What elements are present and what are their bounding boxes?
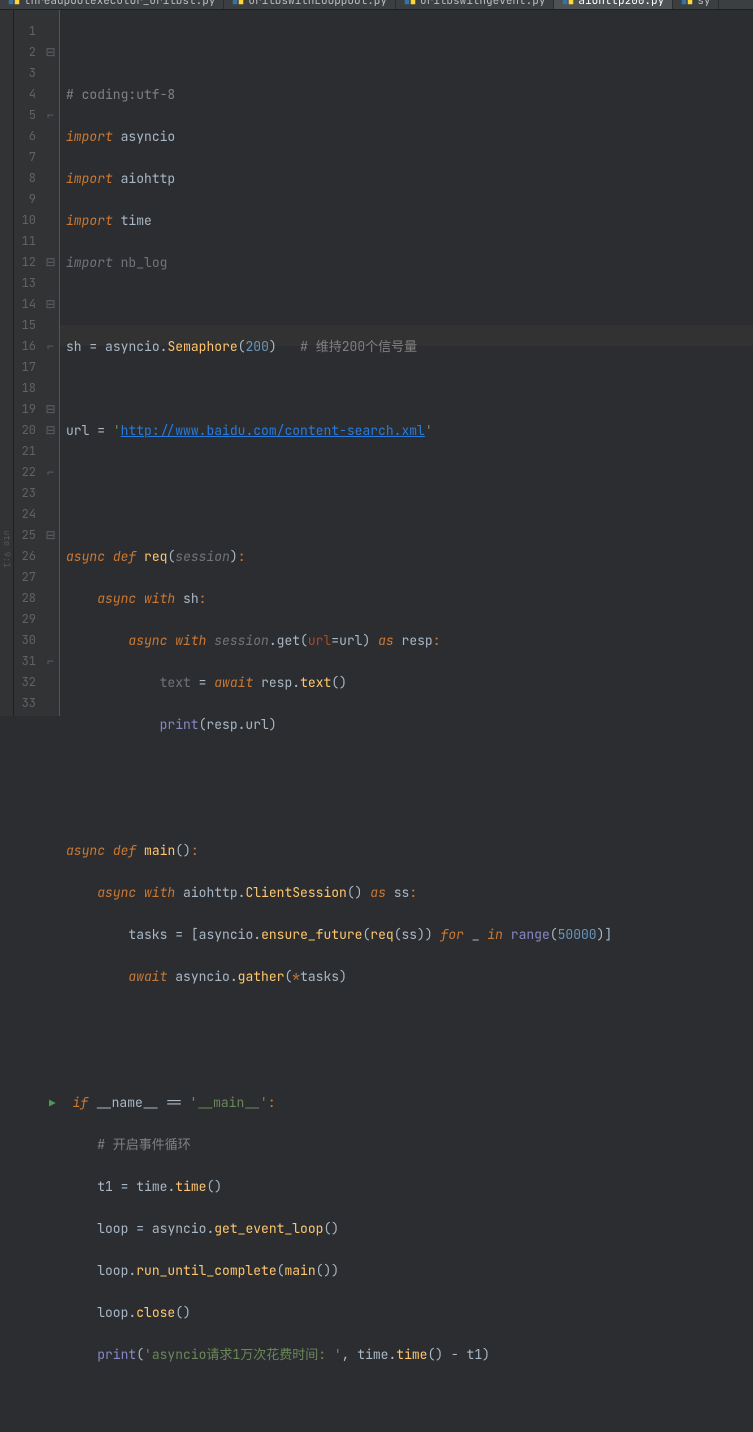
python-icon (404, 0, 416, 8)
fold-icon[interactable]: ⊟ (42, 399, 59, 420)
tab-4[interactable]: sy (673, 0, 719, 9)
line-number-gutter: 1234567891011121314151617181920212223242… (14, 10, 42, 716)
fold-icon[interactable]: ⊟ (42, 420, 59, 441)
left-gutter-strip: ute 9:1 (0, 10, 14, 716)
tab-label: threadpoolexecutor_urilbsl.py (24, 0, 215, 8)
fold-icon[interactable]: ⊟ (42, 42, 59, 63)
python-icon (681, 0, 693, 8)
editor-tabs: threadpoolexecutor_urilbsl.py urilbswith… (0, 0, 753, 10)
tab-0[interactable]: threadpoolexecutor_urilbsl.py (0, 0, 224, 9)
fold-end-icon[interactable]: ⌐ (42, 105, 59, 126)
code-area[interactable]: # coding:utf-8 import asyncio import aio… (60, 10, 753, 716)
fold-icon[interactable]: ⊟ (42, 252, 59, 273)
fold-column[interactable]: ⊟⌐ ⊟⊟⌐ ⊟⊟⌐ ⊟⌐ (42, 10, 60, 716)
editor-pane: ute 9:1 12345678910111213141516171819202… (0, 10, 753, 716)
tab-label: aiohttp200.py (578, 0, 664, 8)
run-gutter-icon[interactable]: ▶ (49, 1097, 56, 1111)
tab-label: urilbswithgevent.py (420, 0, 545, 8)
tab-3-active[interactable]: aiohttp200.py (554, 0, 673, 9)
fold-end-icon[interactable]: ⌐ (42, 462, 59, 483)
python-icon (562, 0, 574, 8)
tab-1[interactable]: urilbswithLooppool.py (224, 0, 396, 9)
tab-label: urilbswithLooppool.py (248, 0, 387, 8)
python-icon (232, 0, 244, 8)
fold-end-icon[interactable]: ⌐ (42, 651, 59, 672)
fold-end-icon[interactable]: ⌐ (42, 336, 59, 357)
tab-label: sy (697, 0, 710, 8)
python-icon (8, 0, 20, 8)
fold-icon[interactable]: ⊟ (42, 294, 59, 315)
tab-2[interactable]: urilbswithgevent.py (396, 0, 554, 9)
fold-icon[interactable]: ⊟ (42, 525, 59, 546)
